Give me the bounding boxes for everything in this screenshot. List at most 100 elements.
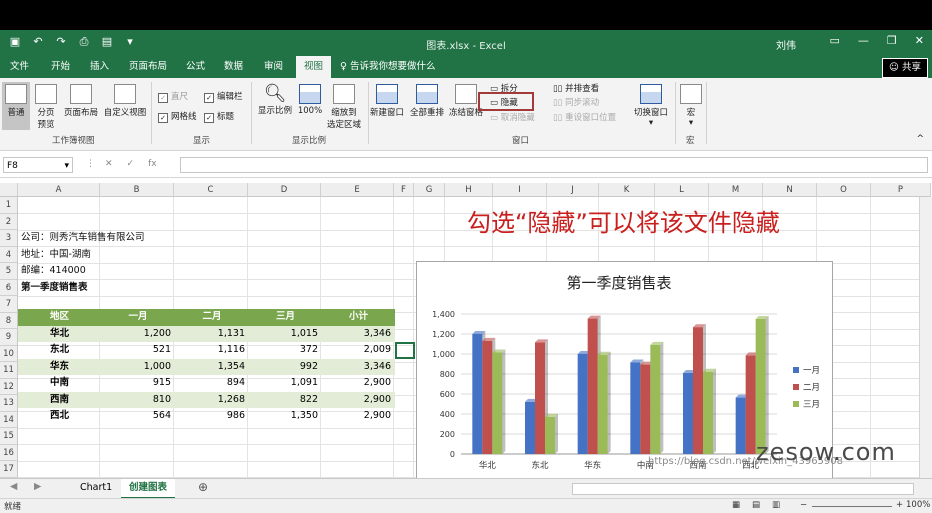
page-layout-view-button[interactable]: 页面布局 (61, 84, 101, 118)
sheet-tab-create-chart[interactable]: 创建图表 (121, 479, 176, 499)
headings-checkbox[interactable]: ✓ 标题 (204, 110, 234, 123)
column-header[interactable]: P (871, 183, 931, 197)
column-header[interactable]: I (493, 183, 547, 197)
normal-view-button[interactable]: 普通 (2, 82, 30, 130)
value-cell[interactable]: 521 (101, 342, 175, 359)
value-cell[interactable]: 822 (249, 392, 322, 409)
tab-view[interactable]: 视图 (296, 56, 332, 78)
tab-insert[interactable]: 插入 (86, 56, 113, 78)
add-sheet-icon[interactable]: ⊕ (198, 480, 208, 494)
enter-icon[interactable]: ✓ (127, 159, 135, 169)
row-header[interactable]: 7 (0, 296, 18, 313)
active-cell[interactable] (395, 342, 415, 359)
value-cell[interactable]: 3,346 (322, 359, 395, 376)
value-cell[interactable]: 2,009 (322, 342, 395, 359)
collapse-ribbon-icon[interactable]: ^ (916, 134, 924, 144)
tab-data[interactable]: 数据 (220, 56, 247, 78)
region-cell[interactable]: 西南 (18, 392, 101, 409)
unhide-button[interactable]: ▭ 取消隐藏 (490, 111, 535, 123)
ruler-checkbox[interactable]: ✓ 直尺 (158, 90, 188, 103)
cancel-icon[interactable]: ✕ (105, 159, 113, 169)
tab-file[interactable]: 文件 (6, 56, 33, 78)
value-cell[interactable]: 1,350 (249, 408, 322, 425)
zoom-to-selection-button[interactable]: 缩放到 选定区域 (325, 84, 363, 130)
column-header[interactable]: N (763, 183, 817, 197)
next-sheet-icon[interactable]: ▶ (34, 481, 41, 492)
value-cell[interactable]: 915 (101, 375, 175, 392)
value-cell[interactable]: 2,900 (322, 408, 395, 425)
column-header[interactable]: C (174, 183, 248, 197)
value-cell[interactable]: 3,346 (322, 326, 395, 343)
close-icon[interactable]: ✕ (915, 34, 924, 47)
zoom-button[interactable]: 🔍︎ 显示比例 (256, 84, 294, 117)
tab-review[interactable]: 审阅 (260, 56, 287, 78)
tab-formulas[interactable]: 公式 (182, 56, 209, 78)
value-cell[interactable]: 564 (101, 408, 175, 425)
row-header[interactable]: 15 (0, 428, 18, 445)
column-header[interactable]: E (321, 183, 394, 197)
page-break-preview-button[interactable]: 分页 预览 (32, 84, 60, 130)
zoom-level[interactable]: 100% (906, 500, 930, 510)
value-cell[interactable]: 1,268 (175, 392, 249, 409)
tell-me-box[interactable]: ♀ 告诉我你想要做什么 (340, 56, 436, 78)
column-header[interactable]: O (817, 183, 871, 197)
row-header[interactable]: 12 (0, 378, 18, 395)
gridlines-checkbox[interactable]: ✓ 网格线 (158, 110, 197, 123)
view-page-break-icon[interactable]: ▥ (772, 500, 780, 510)
switch-windows-button[interactable]: 切换窗口 ▾ (630, 84, 672, 128)
region-cell[interactable]: 东北 (18, 342, 101, 359)
zoom-100-button[interactable]: 100% (297, 84, 323, 116)
row-header[interactable]: 1 (0, 197, 18, 214)
view-side-by-side-button[interactable]: ▯▯ 并排查看 (553, 82, 599, 94)
column-header[interactable]: H (445, 183, 493, 197)
value-cell[interactable]: 810 (101, 392, 175, 409)
arrange-all-button[interactable]: 全部重排 (408, 84, 446, 118)
row-header[interactable]: 11 (0, 362, 18, 379)
prev-sheet-icon[interactable]: ◀ (10, 481, 17, 492)
region-cell[interactable]: 西北 (18, 408, 101, 425)
restore-icon[interactable]: ❐ (887, 34, 897, 47)
view-page-layout-icon[interactable]: ▤ (752, 500, 760, 510)
column-header[interactable]: G (414, 183, 445, 197)
sheet-tab-chart1[interactable]: Chart1 (72, 479, 120, 497)
vertical-scrollbar[interactable] (919, 197, 932, 478)
view-normal-icon[interactable]: ▦ (732, 500, 740, 510)
region-cell[interactable]: 华东 (18, 359, 101, 376)
formula-input[interactable] (180, 157, 928, 173)
row-header[interactable]: 3 (0, 230, 18, 247)
share-button[interactable]: ☺ 共享 (882, 58, 928, 78)
name-box[interactable]: F8 ▾ (3, 157, 73, 173)
column-header[interactable]: D (248, 183, 321, 197)
column-header[interactable]: L (655, 183, 709, 197)
value-cell[interactable]: 1,116 (175, 342, 249, 359)
value-cell[interactable]: 1,131 (175, 326, 249, 343)
reset-position-button[interactable]: ▯▯ 重设窗口位置 (553, 111, 616, 123)
column-header[interactable]: M (709, 183, 763, 197)
minimize-icon[interactable]: — (858, 34, 869, 47)
sync-scroll-button[interactable]: ▯▯ 同步滚动 (553, 96, 599, 108)
row-header[interactable]: 14 (0, 411, 18, 428)
worksheet-grid[interactable]: ABCDEFGHIJKLMNOP 1 2 3 4 5 6 7 8 9 10 11 12 13 14 15 16… (0, 183, 932, 478)
user-name[interactable]: 刘伟 (776, 37, 796, 52)
row-header[interactable]: 2 (0, 213, 18, 230)
column-header[interactable]: B (100, 183, 174, 197)
row-header[interactable]: 4 (0, 246, 18, 263)
macros-button[interactable]: 宏 ▾ (679, 84, 703, 128)
horizontal-scrollbar[interactable] (572, 483, 914, 495)
row-header[interactable]: 10 (0, 345, 18, 362)
zoom-in-icon[interactable]: + (896, 500, 903, 510)
value-cell[interactable]: 1,091 (249, 375, 322, 392)
row-header[interactable]: 6 (0, 279, 18, 296)
column-header[interactable]: J (547, 183, 599, 197)
new-window-button[interactable]: 新建窗口 (370, 84, 404, 118)
value-cell[interactable]: 2,900 (322, 375, 395, 392)
zoom-slider[interactable] (812, 506, 892, 507)
value-cell[interactable]: 986 (175, 408, 249, 425)
value-cell[interactable]: 1,354 (175, 359, 249, 376)
row-header[interactable]: 5 (0, 263, 18, 280)
formula-bar-checkbox[interactable]: ✓ 编辑栏 (204, 90, 243, 103)
custom-view-button[interactable]: 自定义视图 (102, 84, 148, 118)
tab-page-layout[interactable]: 页面布局 (125, 56, 171, 78)
value-cell[interactable]: 1,015 (249, 326, 322, 343)
value-cell[interactable]: 1,200 (101, 326, 175, 343)
